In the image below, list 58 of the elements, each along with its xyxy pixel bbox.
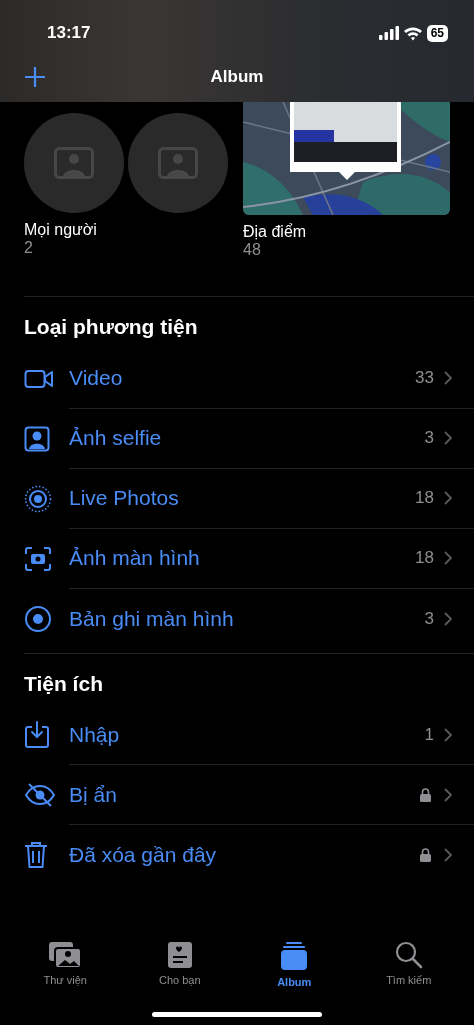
album-row[interactable]: Đã xóa gần đây xyxy=(24,825,474,885)
chevron-icon xyxy=(444,611,452,626)
album-count: 3 xyxy=(424,607,434,630)
video-camera-icon xyxy=(24,367,54,390)
album-label: Live Photos xyxy=(69,485,180,512)
tab-button[interactable]: Cho bạn xyxy=(134,940,225,990)
chevron-icon xyxy=(444,491,452,505)
photos-icon xyxy=(48,940,83,969)
album-row[interactable]: Ảnh màn hình 18 xyxy=(24,528,474,589)
tab-button[interactable]: Thư viện xyxy=(20,940,111,990)
signal-icon xyxy=(378,26,399,40)
album-label: Ảnh màn hình xyxy=(69,545,201,572)
chevron-icon xyxy=(444,551,452,565)
person-square-icon xyxy=(24,425,50,452)
concentric-circles-icon xyxy=(24,484,52,513)
chevron-icon xyxy=(444,431,452,445)
album-count: 18 xyxy=(415,487,434,510)
add-icon[interactable] xyxy=(24,66,46,88)
trash-icon xyxy=(24,841,48,869)
album-row[interactable]: Ảnh selfie 3 xyxy=(24,408,474,469)
album-row[interactable]: Nhập 1 xyxy=(24,705,474,765)
page-title: Album xyxy=(210,66,264,89)
album-count: 48 xyxy=(243,241,262,258)
album-title[interactable]: Địa điểm xyxy=(243,223,450,241)
album-count: 18 xyxy=(415,547,434,570)
album-label: Video xyxy=(69,365,124,392)
album-row[interactable]: Live Photos 18 xyxy=(24,468,474,529)
camera-frame-icon xyxy=(24,545,52,572)
album-count: 3 xyxy=(424,427,434,450)
chevron-icon xyxy=(444,727,452,742)
album-count: 2 xyxy=(24,239,34,256)
status-time: 13:17 xyxy=(47,22,91,45)
album-count: 1 xyxy=(424,723,434,746)
album-row[interactable]: Bản ghi màn hình 3 xyxy=(24,588,474,649)
battery-level: 65 xyxy=(426,24,448,42)
chevron-icon xyxy=(444,371,452,385)
album-count: 33 xyxy=(415,367,434,390)
album-title[interactable]: Mọi người xyxy=(24,221,228,239)
section-title: Loại phương tiện xyxy=(24,314,199,340)
eye-slash-icon xyxy=(24,783,56,807)
tab-button[interactable]: Album xyxy=(249,940,340,990)
albums-icon xyxy=(280,940,309,971)
card-icon xyxy=(166,940,193,969)
album-row[interactable]: Bị ẩn xyxy=(24,765,474,825)
album-label: Đã xóa gần đây xyxy=(69,842,218,869)
tab-button[interactable]: Tìm kiếm xyxy=(363,940,454,990)
record-icon xyxy=(24,604,52,633)
album-label: Bản ghi màn hình xyxy=(69,605,235,632)
chevron-icon xyxy=(444,787,452,802)
section-title: Tiện ích xyxy=(24,670,104,697)
album-label: Bị ẩn xyxy=(69,781,118,808)
search-icon xyxy=(394,940,423,969)
album-row[interactable]: Video 33 xyxy=(24,348,474,409)
album-label: Ảnh selfie xyxy=(69,425,163,452)
album-label: Nhập xyxy=(69,721,121,748)
wifi-icon xyxy=(402,25,423,41)
download-tray-icon xyxy=(24,721,50,749)
chevron-icon xyxy=(444,848,452,862)
